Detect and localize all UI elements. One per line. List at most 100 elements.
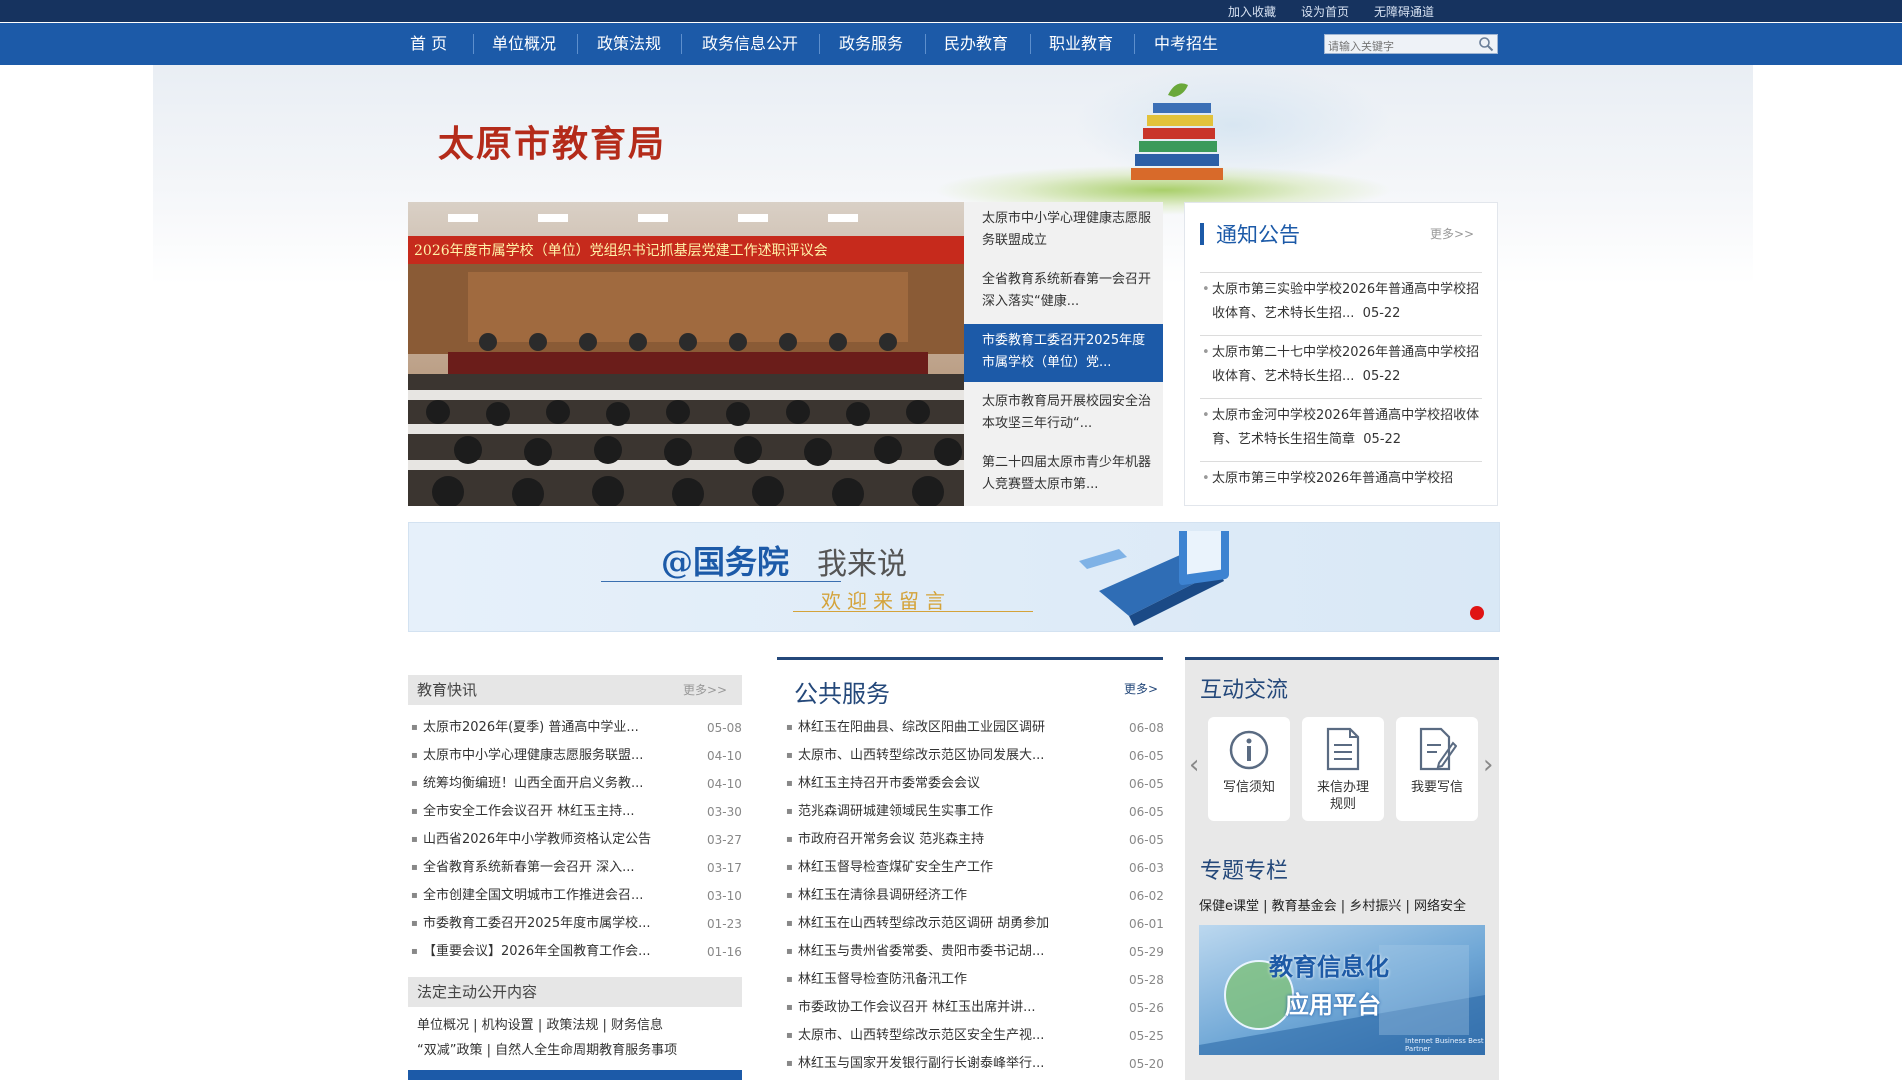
nav-divider: [1134, 34, 1135, 54]
list-item[interactable]: 林红玉在清徐县调研经济工作: [798, 886, 967, 906]
notice-item-date: 05-22: [1362, 369, 1401, 384]
news-slider-photo[interactable]: 2026年度市属学校（单位）党组织书记抓基层党建工作述职评议会: [408, 202, 964, 506]
platform-title-line1: 教育信息化: [1269, 953, 1389, 981]
promo-line2: 欢迎来留言: [821, 589, 951, 613]
write-letter-card[interactable]: 我要写信: [1396, 717, 1478, 821]
notice-item[interactable]: 太原市金河中学校2026年普通高中学校招收体育、艺术特长生招生简章 05-22: [1200, 398, 1482, 461]
nav-vocational[interactable]: 职业教育: [1049, 23, 1113, 65]
nav-gov-info[interactable]: 政务信息公开: [702, 23, 798, 65]
list-item[interactable]: 山西省2026年中小学教师资格认定公告: [423, 830, 651, 850]
list-item[interactable]: 太原市中小学心理健康志愿服务联盟...: [423, 746, 643, 766]
handling-rules-card[interactable]: 来信办理规则: [1302, 717, 1384, 821]
topic-links: 保健e课堂 | 教育基金会 | 乡村振兴 | 网络安全: [1199, 899, 1467, 914]
slider-tab[interactable]: 太原市教育局开展校园安全治本攻坚三年行动“...: [964, 385, 1163, 443]
notice-more-link[interactable]: 更多>>: [1430, 225, 1474, 242]
top-utility-bar: 加入收藏 设为首页 无障碍通道: [0, 0, 1902, 22]
accessibility-link[interactable]: 无障碍通道: [1374, 3, 1434, 20]
list-item[interactable]: 全省教育系统新春第一会召开 深入...: [423, 858, 635, 878]
notice-item[interactable]: 太原市第三实验中学校2026年普通高中学校招收体育、艺术特长生招... 05-2…: [1200, 272, 1482, 335]
nav-home[interactable]: 首 页: [410, 23, 447, 65]
topic-link[interactable]: 网络安全: [1414, 899, 1466, 914]
list-item[interactable]: 太原市、山西转型综改示范区协同发展大...: [798, 746, 1044, 766]
topics-title: 专题专栏: [1200, 859, 1289, 884]
legal-link[interactable]: 机构设置: [482, 1018, 534, 1033]
nav-private-edu[interactable]: 民办教育: [944, 23, 1008, 65]
legal-link[interactable]: 政策法规: [546, 1018, 598, 1033]
list-item[interactable]: 范兆森调研城建领域民生实事工作: [798, 802, 993, 822]
bullet: ▪: [411, 722, 418, 733]
nav-exam-enroll[interactable]: 中考招生: [1154, 23, 1218, 65]
nav-unit-overview[interactable]: 单位概况: [492, 23, 556, 65]
search-input[interactable]: [1325, 37, 1476, 56]
carousel-next-icon[interactable]: ›: [1483, 750, 1493, 780]
document-icon: [1326, 727, 1360, 771]
bullet: ▪: [786, 778, 793, 789]
list-item[interactable]: 市委教育工委召开2025年度市属学校...: [423, 914, 650, 934]
laptop-illustration-icon: [1079, 531, 1229, 626]
slider-tab-label: 第二十四届太原市青少年机器人竞赛暨太原市第...: [982, 455, 1152, 492]
legal-link[interactable]: 财务信息: [611, 1018, 663, 1033]
slider-tab-list: 太原市中小学心理健康志愿服务联盟成立 全省教育系统新春第一会召开 深入落实“健康…: [964, 202, 1163, 506]
list-item[interactable]: 林红玉主持召开市委常委会会议: [798, 774, 980, 794]
nav-policy[interactable]: 政策法规: [597, 23, 661, 65]
list-item[interactable]: 全市安全工作会议召开 林红玉主持...: [423, 802, 635, 822]
list-item-date: 01-16: [707, 945, 742, 959]
legal-link[interactable]: “双减”政策: [417, 1043, 482, 1058]
list-item[interactable]: 林红玉督导检查煤矿安全生产工作: [798, 858, 993, 878]
edu-platform-banner[interactable]: 教育信息化 应用平台 Internet Business Best Partne…: [1199, 925, 1485, 1055]
list-item[interactable]: 【重要会议】2026年全国教育工作会...: [423, 942, 650, 962]
list-item[interactable]: 林红玉在山西转型综改示范区调研 胡勇参加: [798, 914, 1049, 934]
slide-indicator-dot[interactable]: [1470, 606, 1484, 620]
add-favorite-link[interactable]: 加入收藏: [1228, 3, 1276, 20]
list-item-date: 06-02: [1129, 889, 1164, 903]
notice-item-text: 太原市金河中学校2026年普通高中学校招收体育、艺术特长生招生简章: [1212, 408, 1480, 447]
list-item[interactable]: 市政府召开常务会议 范兆森主持: [798, 830, 984, 850]
notice-item[interactable]: 太原市第三中学校2026年普通高中学校招: [1200, 461, 1482, 505]
interaction-title: 互动交流: [1200, 678, 1289, 703]
slider-tab[interactable]: 全省教育系统新春第一会召开 深入落实“健康...: [964, 263, 1163, 321]
letter-notice-card[interactable]: 写信须知: [1208, 717, 1290, 821]
book-stack-icon: [1131, 83, 1223, 180]
list-item[interactable]: 太原市2026年(夏季) 普通高中学业...: [423, 718, 639, 738]
nav-gov-service[interactable]: 政务服务: [839, 23, 903, 65]
topic-link[interactable]: 乡村振兴: [1349, 899, 1401, 914]
list-item[interactable]: 太原市、山西转型综改示范区安全生产视...: [798, 1026, 1044, 1046]
bullet: ▪: [411, 834, 418, 845]
slider-tab-label: 太原市中小学心理健康志愿服务联盟成立: [982, 211, 1152, 248]
list-item[interactable]: 林红玉与贵州省委常委、贵阳市委书记胡...: [798, 942, 1044, 962]
slider-tab[interactable]: 太原市中小学心理健康志愿服务联盟成立: [964, 202, 1163, 260]
list-item[interactable]: 林红玉在阳曲县、综改区阳曲工业园区调研: [798, 718, 1045, 738]
bullet: ▪: [411, 918, 418, 929]
bullet: ▪: [411, 862, 418, 873]
carousel-prev-icon[interactable]: ‹: [1189, 750, 1199, 780]
legal-link[interactable]: 自然人全生命周期教育服务事项: [495, 1043, 677, 1058]
list-item-date: 06-08: [1129, 721, 1164, 735]
public-service-more-link[interactable]: 更多>: [1124, 680, 1158, 697]
legal-link[interactable]: 单位概况: [417, 1018, 469, 1033]
bullet: ▪: [786, 890, 793, 901]
notice-item-text: 太原市第二十七中学校2026年普通高中学校招收体育、艺术特长生招...: [1212, 345, 1480, 384]
list-item[interactable]: 林红玉与国家开发银行副行长谢泰峰举行...: [798, 1054, 1044, 1074]
edu-news-more-link[interactable]: 更多>>: [683, 675, 727, 705]
site-title: 太原市教育局: [438, 123, 667, 165]
topic-link[interactable]: 保健e课堂: [1199, 899, 1259, 914]
list-item[interactable]: 统筹均衡编班！山西全面开启义务教...: [423, 774, 643, 794]
edu-news-title: 教育快讯: [417, 681, 478, 699]
search-icon[interactable]: [1478, 36, 1494, 52]
nav-divider: [473, 34, 474, 54]
slider-tab[interactable]: 第二十四届太原市青少年机器人竞赛暨太原市第...: [964, 446, 1163, 504]
set-homepage-link[interactable]: 设为首页: [1301, 3, 1349, 20]
list-item[interactable]: 全市创建全国文明城市工作推进会召...: [423, 886, 643, 906]
notice-item[interactable]: 太原市第二十七中学校2026年普通高中学校招收体育、艺术特长生招... 05-2…: [1200, 335, 1482, 398]
topic-link[interactable]: 教育基金会: [1272, 899, 1337, 914]
card-label: 来信办理规则: [1316, 780, 1369, 812]
nav-divider: [577, 34, 578, 54]
notice-title: 通知公告: [1216, 223, 1300, 247]
list-item[interactable]: 林红玉督导检查防汛备汛工作: [798, 970, 967, 990]
state-council-promo-banner[interactable]: @国务院 我来说 欢迎来留言: [408, 522, 1500, 632]
bullet: ▪: [786, 974, 793, 985]
list-item[interactable]: 市委政协工作会议召开 林红玉出席并讲...: [798, 998, 1036, 1018]
list-item-date: 06-03: [1129, 861, 1164, 875]
list-item-date: 06-05: [1129, 749, 1164, 763]
slider-tab-active[interactable]: 市委教育工委召开2025年度市属学校（单位）党...: [964, 324, 1163, 382]
